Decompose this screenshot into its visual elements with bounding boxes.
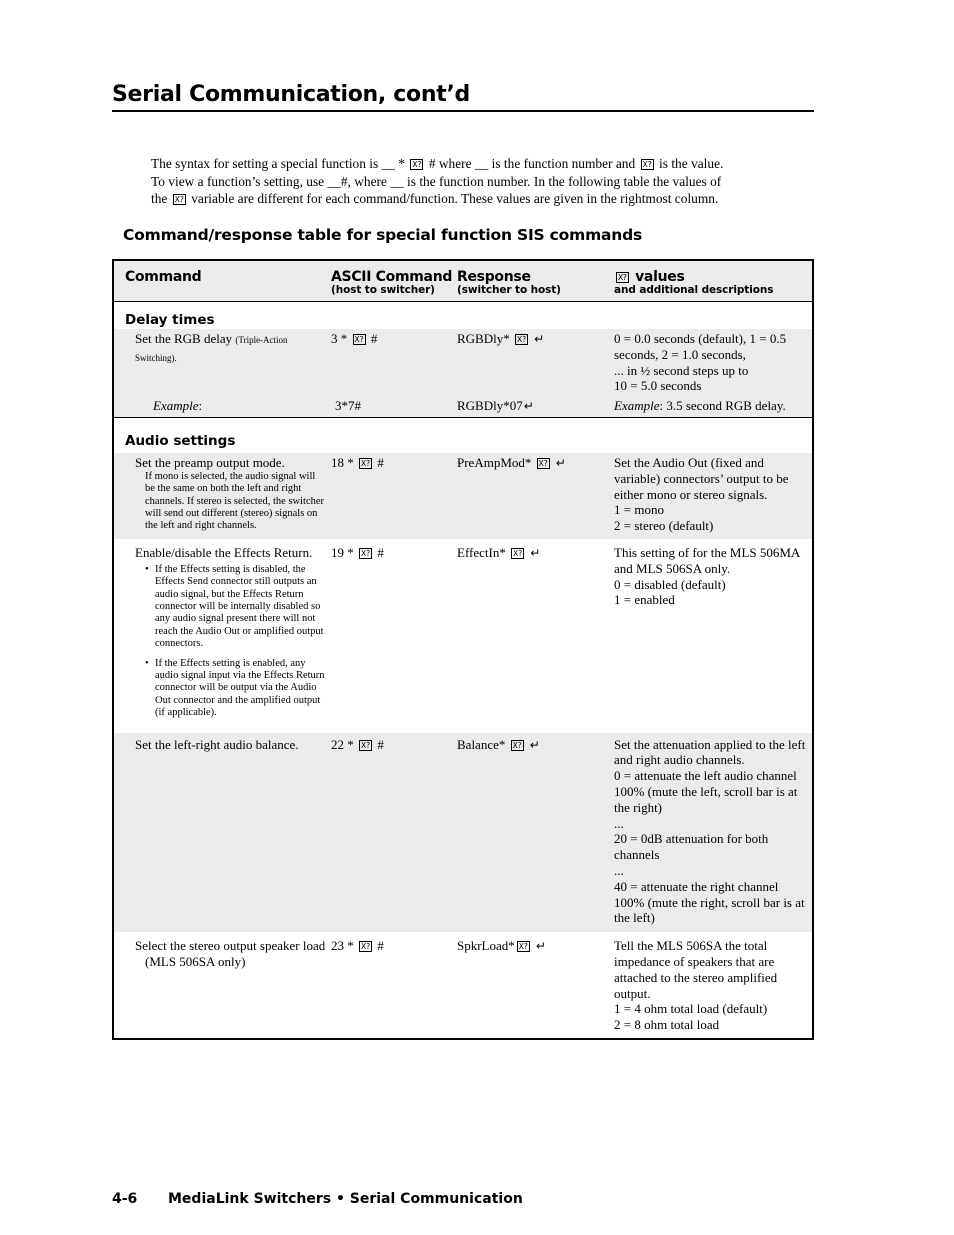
variable-icon: X? (514, 334, 529, 345)
value-line: Tell the MLS 506SA the total impedance o… (614, 938, 778, 1001)
value-line: 10 = 5.0 seconds (614, 378, 702, 394)
intro-text: The syntax for setting a special functio… (151, 156, 409, 171)
header-ascii: ASCII Command (331, 269, 453, 285)
header-response-sub: (switcher to host) (457, 284, 561, 296)
group-title: Audio settings (125, 432, 236, 449)
value-line: 20 = 0dB attenuation for both channels (614, 831, 769, 863)
variable-icon: X? (640, 159, 654, 170)
page-footer: 4-6 MediaLink Switchers • Serial Communic… (112, 1191, 523, 1207)
header-command: Command (125, 269, 202, 285)
variable-icon: X? (172, 194, 186, 205)
example-ascii: 3*7# (335, 398, 361, 414)
variable-icon: X? (352, 334, 366, 345)
value-line: 2 = 8 ohm total load (614, 1017, 720, 1033)
variable-icon: X? (510, 739, 524, 751)
response-text: SpkrLoad* (457, 938, 515, 954)
variable-icon: X? (536, 457, 550, 469)
page-title: Serial Communication, cont’d (112, 82, 814, 112)
variable-icon: X? (616, 272, 629, 283)
value-line: 2 = stereo (default) (614, 518, 714, 534)
table-row: Set the left-right audio balance. 22 * X… (114, 732, 812, 933)
ascii-command: 18 * (331, 454, 357, 470)
command-note: If mono is selected, the audio signal wi… (145, 470, 325, 532)
variable-icon: X? (359, 739, 373, 751)
value-line: Set the Audio Out (fixed and variable) c… (614, 454, 789, 502)
value-line: ... in ½ second steps up to (614, 362, 749, 378)
ascii-command: # (374, 938, 384, 954)
command-text: Select the stereo output speaker load (135, 938, 326, 954)
value-line: This setting of for the MLS 506MA and ML… (614, 544, 800, 576)
return-icon: ↵ (529, 737, 540, 752)
header-values-sub: and additional descriptions (614, 284, 774, 296)
intro-text: # where __ is the function number and (425, 156, 639, 171)
ascii-command: # (374, 736, 384, 752)
variable-icon: X? (359, 547, 373, 559)
response-text: RGBDly* (457, 331, 513, 346)
bullet-item: If the Effects setting is disabled, the … (145, 564, 331, 651)
intro-text: variable are different for each command/… (187, 191, 719, 206)
value-line: 0 = attenuate the left audio channel 100… (614, 768, 798, 815)
group-delay-times: Delay times (114, 302, 812, 329)
return-icon: ↵ (534, 332, 545, 346)
value-line: ... (614, 815, 624, 831)
variable-icon: X? (516, 941, 530, 953)
intro-text: the (151, 191, 171, 206)
header-response: Response (457, 269, 531, 285)
example-label: Example (153, 398, 199, 414)
table-row: Select the stereo output speaker load (M… (114, 932, 812, 1038)
ascii-command: 3 * (331, 331, 351, 346)
example-label: Example (614, 398, 660, 414)
command-table: Command ASCII Command (host to switcher)… (112, 259, 814, 1040)
variable-icon: X? (410, 159, 424, 170)
table-row: Set the RGB delay (Triple-Action Switchi… (114, 329, 812, 397)
bullet-item: If the Effects setting is enabled, any a… (145, 658, 331, 720)
table-row: Set the preamp output mode. If mono is s… (114, 452, 812, 539)
value-line: 1 = enabled (614, 592, 675, 608)
response-text: PreAmpMod* (457, 454, 535, 470)
response-text: Balance* (457, 736, 509, 752)
intro-text: To view a function’s setting, use __#, w… (151, 173, 722, 189)
value-line: 40 = attenuate the right channel 100% (m… (614, 878, 805, 926)
response-text: EffectIn* (457, 544, 510, 560)
intro-text: is the value. (655, 156, 724, 171)
command-text: Enable/disable the Effects Return. (135, 544, 313, 560)
ascii-command: 23 * (331, 938, 357, 954)
return-icon: ↵ (535, 939, 546, 954)
page-number: 4-6 (112, 1191, 138, 1207)
command-text: Set the preamp output mode. (135, 454, 285, 470)
return-icon: ↵ (523, 399, 534, 414)
return-icon: ↵ (555, 455, 566, 470)
variable-icon: X? (511, 547, 525, 559)
command-text: Set the left-right audio balance. (135, 736, 299, 752)
table-row: Enable/disable the Effects Return. If th… (114, 539, 812, 733)
command-note: (MLS 506SA only) (145, 954, 246, 969)
ascii-command: 22 * (331, 736, 357, 752)
return-icon: ↵ (530, 545, 541, 560)
header-ascii-sub: (host to switcher) (331, 284, 435, 296)
variable-icon: X? (359, 457, 373, 469)
section-title: Command/response table for special funct… (123, 226, 643, 244)
header-values: values (635, 269, 685, 285)
table-row-example: Example: 3*7# RGBDly*07↵ Example: 3.5 se… (114, 396, 812, 418)
value-line: 1 = 4 ohm total load (default) (614, 1001, 768, 1017)
ascii-command: # (367, 331, 378, 346)
value-line: 0 = disabled (default) (614, 576, 726, 592)
command-text: Set the RGB delay (135, 331, 233, 346)
value-line: ... (614, 863, 624, 879)
group-title: Delay times (125, 312, 215, 328)
footer-text: MediaLink Switchers • Serial Communicati… (168, 1191, 523, 1207)
value-line: 0 = 0.0 seconds (default), 1 = 0.5 secon… (614, 331, 787, 362)
value-line: 1 = mono (614, 502, 664, 518)
ascii-command: 19 * (331, 544, 357, 560)
table-header: Command ASCII Command (host to switcher)… (114, 261, 812, 302)
group-audio-settings: Audio settings (114, 418, 812, 453)
variable-icon: X? (359, 941, 373, 953)
example-response: RGBDly*07 (457, 398, 523, 414)
ascii-command: # (374, 454, 384, 470)
value-line: Set the attenuation applied to the left … (614, 736, 806, 768)
command-bullets: If the Effects setting is disabled, the … (125, 564, 331, 720)
intro-paragraph: The syntax for setting a special functio… (151, 155, 819, 208)
ascii-command: # (374, 544, 384, 560)
example-value: : 3.5 second RGB delay. (659, 398, 786, 414)
